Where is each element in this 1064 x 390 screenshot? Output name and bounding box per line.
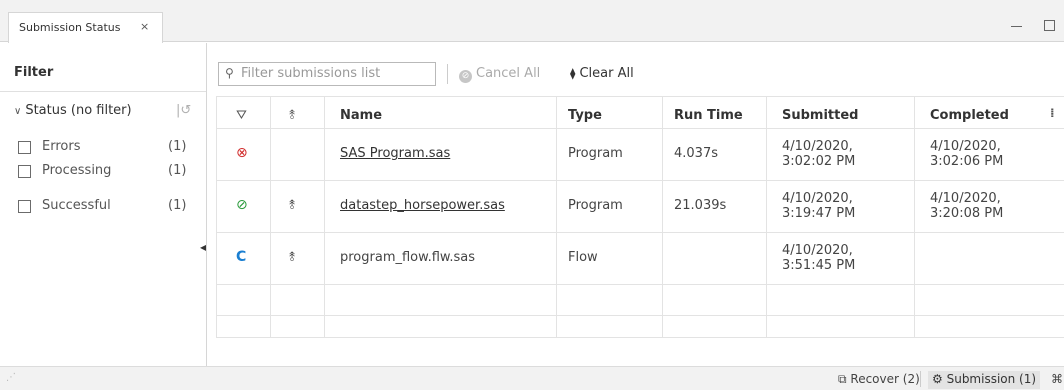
grid-line	[270, 96, 271, 337]
column-header-run-time[interactable]: Run Time	[674, 108, 743, 123]
filter-option-label: Successful	[42, 198, 111, 213]
completed-date: 4/10/2020,	[930, 139, 1001, 154]
submitted-time: 3:02:02 PM	[782, 154, 856, 169]
grid-line	[662, 96, 663, 337]
cancel-all-button[interactable]: ⊘ Cancel All	[459, 66, 540, 83]
column-header-type[interactable]: Type	[568, 108, 602, 123]
submission-completed: 4/10/2020, 3:20:08 PM	[930, 191, 1003, 221]
tab-submission-status[interactable]: Submission Status ×	[8, 12, 163, 43]
status-bar: ⋰ ⧉ Recover (2) ⚙ Submission (1) ⌘	[0, 366, 1064, 390]
panel-separator[interactable]	[206, 43, 207, 383]
cancel-icon: ⊘	[459, 70, 472, 83]
anchor-icon[interactable]: ⥉	[289, 198, 295, 213]
maximize-icon[interactable]	[1044, 20, 1055, 31]
grip-icon: ⋰	[6, 372, 16, 383]
submission-submitted: 4/10/2020, 3:51:45 PM	[782, 243, 855, 273]
error-circle-icon: ⊗	[236, 145, 248, 161]
gear-icon: ⚙	[932, 372, 943, 386]
recover-label: Recover (2)	[850, 372, 920, 386]
filter-option-count: (1)	[168, 198, 187, 213]
filter-option-count: (1)	[168, 163, 187, 178]
filter-panel: Filter ∨ Status (no filter) |↺ Errors (1)…	[0, 43, 206, 383]
tab-label: Submission Status	[19, 21, 121, 34]
processing-checkbox[interactable]	[18, 165, 31, 178]
submission-name-link[interactable]: datastep_horsepower.sas	[340, 198, 505, 213]
submission-name-link[interactable]: SAS Program.sas	[340, 146, 450, 161]
spinner-icon: C	[236, 249, 247, 265]
submission-type: Program	[568, 198, 623, 213]
submitted-date: 4/10/2020,	[782, 139, 853, 154]
submission-run-time: 21.039s	[674, 198, 727, 213]
grid-line	[216, 96, 217, 337]
completed-time: 3:20:08 PM	[930, 206, 1004, 221]
clear-all-label: Clear All	[579, 66, 634, 81]
grid-line	[556, 96, 557, 337]
submitted-time: 3:51:45 PM	[782, 258, 856, 273]
grid-line	[914, 96, 915, 337]
submission-name[interactable]: program_flow.flw.sas	[340, 250, 475, 265]
submission-type: Flow	[568, 250, 598, 265]
filter-option-label: Errors	[42, 139, 81, 154]
tab-bar: Submission Status ×	[0, 0, 1064, 43]
column-options-icon[interactable]: ⁞	[1050, 106, 1055, 120]
chevron-down-icon[interactable]: ∨	[14, 106, 21, 117]
submission-status-button[interactable]: ⚙ Submission (1)	[928, 371, 1041, 389]
successful-checkbox[interactable]	[18, 200, 31, 213]
grid-line	[216, 337, 1064, 338]
clear-icon: ⧫	[570, 67, 576, 80]
completed-time: 3:02:06 PM	[930, 154, 1004, 169]
submission-submitted: 4/10/2020, 3:02:02 PM	[782, 139, 855, 169]
status-filter-funnel-icon[interactable]: ⛛	[236, 108, 247, 123]
minimize-icon[interactable]	[1011, 26, 1022, 27]
statusbar-divider	[920, 371, 921, 387]
filter-title: Filter	[14, 65, 54, 80]
search-placeholder: Filter submissions list	[241, 66, 381, 81]
column-header-submitted[interactable]: Submitted	[782, 108, 858, 123]
submission-submitted: 4/10/2020, 3:19:47 PM	[782, 191, 855, 221]
grid-line	[216, 315, 1064, 316]
submitted-date: 4/10/2020,	[782, 243, 853, 258]
grid-line	[216, 284, 1064, 285]
filter-option-count: (1)	[168, 139, 187, 154]
submission-run-time: 4.037s	[674, 146, 718, 161]
check-circle-icon: ⊘	[236, 197, 248, 213]
status-group-label: Status (no filter)	[25, 103, 132, 118]
submitted-date: 4/10/2020,	[782, 191, 853, 206]
recover-icon: ⧉	[838, 372, 847, 386]
resubmit-column-anchor-icon[interactable]: ⥉	[289, 108, 295, 123]
grid-line	[766, 96, 767, 337]
reset-filter-icon[interactable]: |↺	[176, 103, 191, 118]
submission-type: Program	[568, 146, 623, 161]
cancel-all-label: Cancel All	[476, 66, 541, 81]
submission-label: Submission (1)	[946, 372, 1037, 386]
grid-line	[216, 96, 1064, 97]
completed-date: 4/10/2020,	[930, 191, 1001, 206]
command-icon[interactable]: ⌘	[1051, 372, 1063, 386]
grid-line	[216, 232, 1064, 233]
filter-option-label: Processing	[42, 163, 112, 178]
grid-line	[216, 128, 1064, 129]
errors-checkbox[interactable]	[18, 141, 31, 154]
anchor-icon[interactable]: ⥉	[289, 250, 295, 265]
filter-divider	[0, 91, 206, 92]
grid-line	[324, 96, 325, 337]
recover-button[interactable]: ⧉ Recover (2)	[838, 372, 920, 387]
status-filter-group[interactable]: ∨ Status (no filter)	[14, 103, 132, 118]
column-header-completed[interactable]: Completed	[930, 108, 1009, 123]
submitted-time: 3:19:47 PM	[782, 206, 856, 221]
search-input[interactable]: ⚲ Filter submissions list	[218, 62, 436, 86]
clear-all-button[interactable]: ⧫ Clear All	[570, 66, 634, 81]
column-header-name[interactable]: Name	[340, 108, 382, 123]
grid-line	[216, 180, 1064, 181]
search-icon: ⚲	[225, 66, 234, 80]
tab-close-icon[interactable]: ×	[140, 20, 149, 33]
toolbar-divider	[447, 64, 448, 84]
submission-completed: 4/10/2020, 3:02:06 PM	[930, 139, 1003, 169]
